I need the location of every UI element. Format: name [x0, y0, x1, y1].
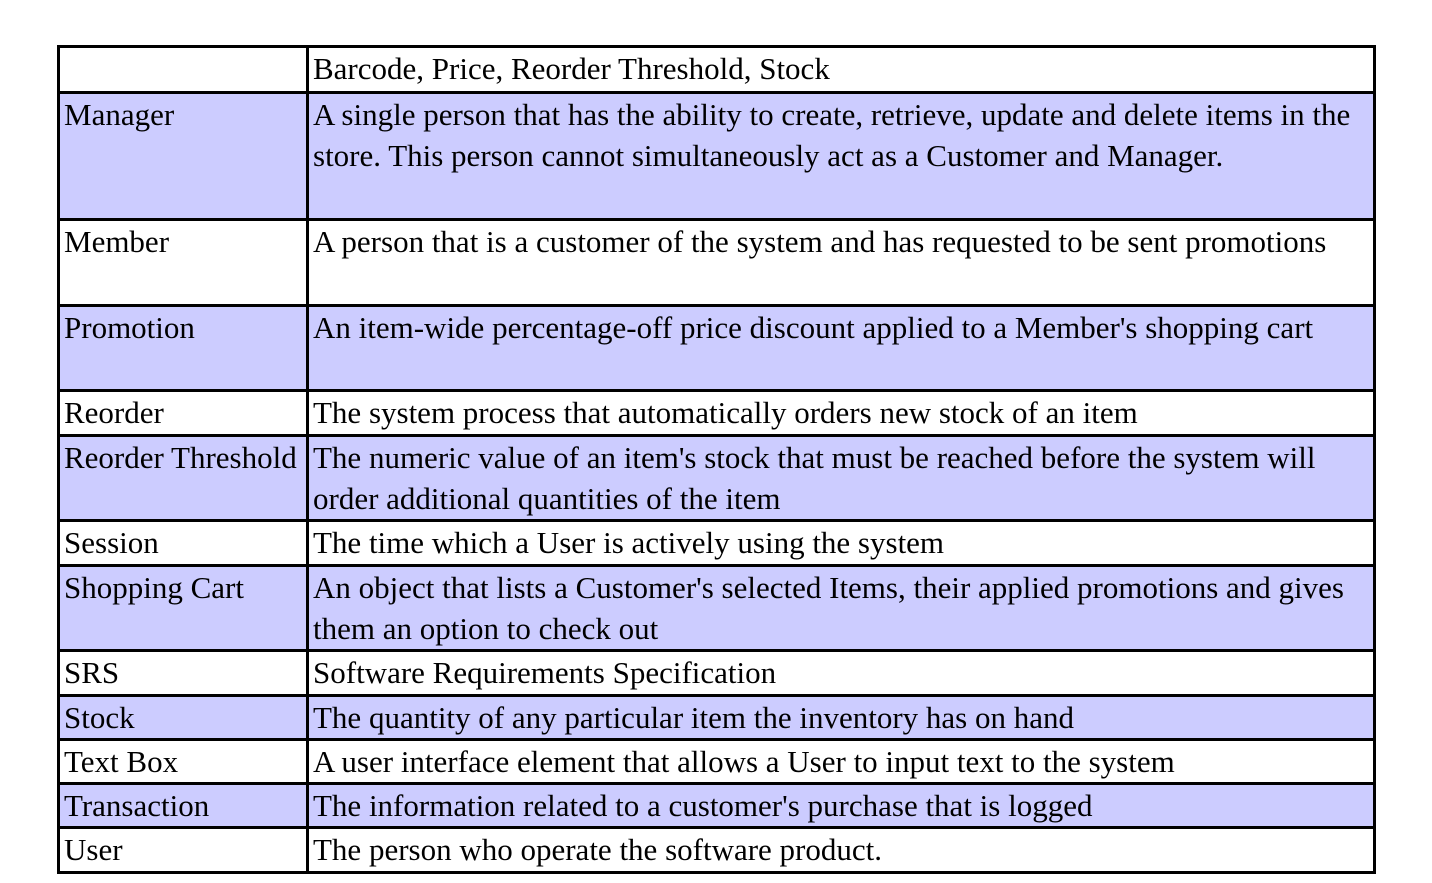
- term-cell: Text Box: [57, 738, 309, 785]
- term-cell: Promotion: [57, 304, 309, 392]
- definition-cell: The numeric value of an item's stock tha…: [306, 434, 1376, 522]
- term-cell: Transaction: [57, 782, 309, 829]
- definition-cell: The person who operate the software prod…: [306, 826, 1376, 874]
- definition-cell: A person that is a customer of the syste…: [306, 218, 1376, 307]
- term-cell: Session: [57, 519, 309, 567]
- table-row: Transaction The information related to a…: [57, 782, 1376, 829]
- definition-cell: An item-wide percentage-off price discou…: [306, 304, 1376, 392]
- table-row: Session The time which a User is activel…: [57, 519, 1376, 567]
- definition-cell: The quantity of any particular item the …: [306, 694, 1376, 741]
- definition-cell: Barcode, Price, Reorder Threshold, Stock: [306, 45, 1376, 94]
- term-cell: User: [57, 826, 309, 874]
- term-cell: Stock: [57, 694, 309, 741]
- table-row: Barcode, Price, Reorder Threshold, Stock: [57, 45, 1376, 94]
- term-cell: Manager: [57, 91, 309, 221]
- term-cell: Reorder Threshold: [57, 434, 309, 522]
- definition-cell: A user interface element that allows a U…: [306, 738, 1376, 785]
- term-cell: SRS: [57, 649, 309, 697]
- definition-cell: The system process that automatically or…: [306, 389, 1376, 437]
- definition-cell: An object that lists a Customer's select…: [306, 564, 1376, 652]
- term-cell: Shopping Cart: [57, 564, 309, 652]
- table-row: Manager A single person that has the abi…: [57, 91, 1376, 221]
- definition-cell: A single person that has the ability to …: [306, 91, 1376, 221]
- table-row: Shopping Cart An object that lists a Cus…: [57, 564, 1376, 652]
- definition-cell: The information related to a customer's …: [306, 782, 1376, 829]
- table-row: Reorder The system process that automati…: [57, 389, 1376, 437]
- table-row: User The person who operate the software…: [57, 826, 1376, 874]
- table-row: Stock The quantity of any particular ite…: [57, 694, 1376, 741]
- term-cell: Member: [57, 218, 309, 307]
- table-row: SRS Software Requirements Specification: [57, 649, 1376, 697]
- table-row: Promotion An item-wide percentage-off pr…: [57, 304, 1376, 392]
- table-row: Reorder Threshold The numeric value of a…: [57, 434, 1376, 522]
- definition-cell: The time which a User is actively using …: [306, 519, 1376, 567]
- table-row: Member A person that is a customer of th…: [57, 218, 1376, 307]
- definition-cell: Software Requirements Specification: [306, 649, 1376, 697]
- term-cell: [57, 45, 309, 94]
- table-row: Text Box A user interface element that a…: [57, 738, 1376, 785]
- glossary-table: Barcode, Price, Reorder Threshold, Stock…: [57, 45, 1376, 874]
- term-cell: Reorder: [57, 389, 309, 437]
